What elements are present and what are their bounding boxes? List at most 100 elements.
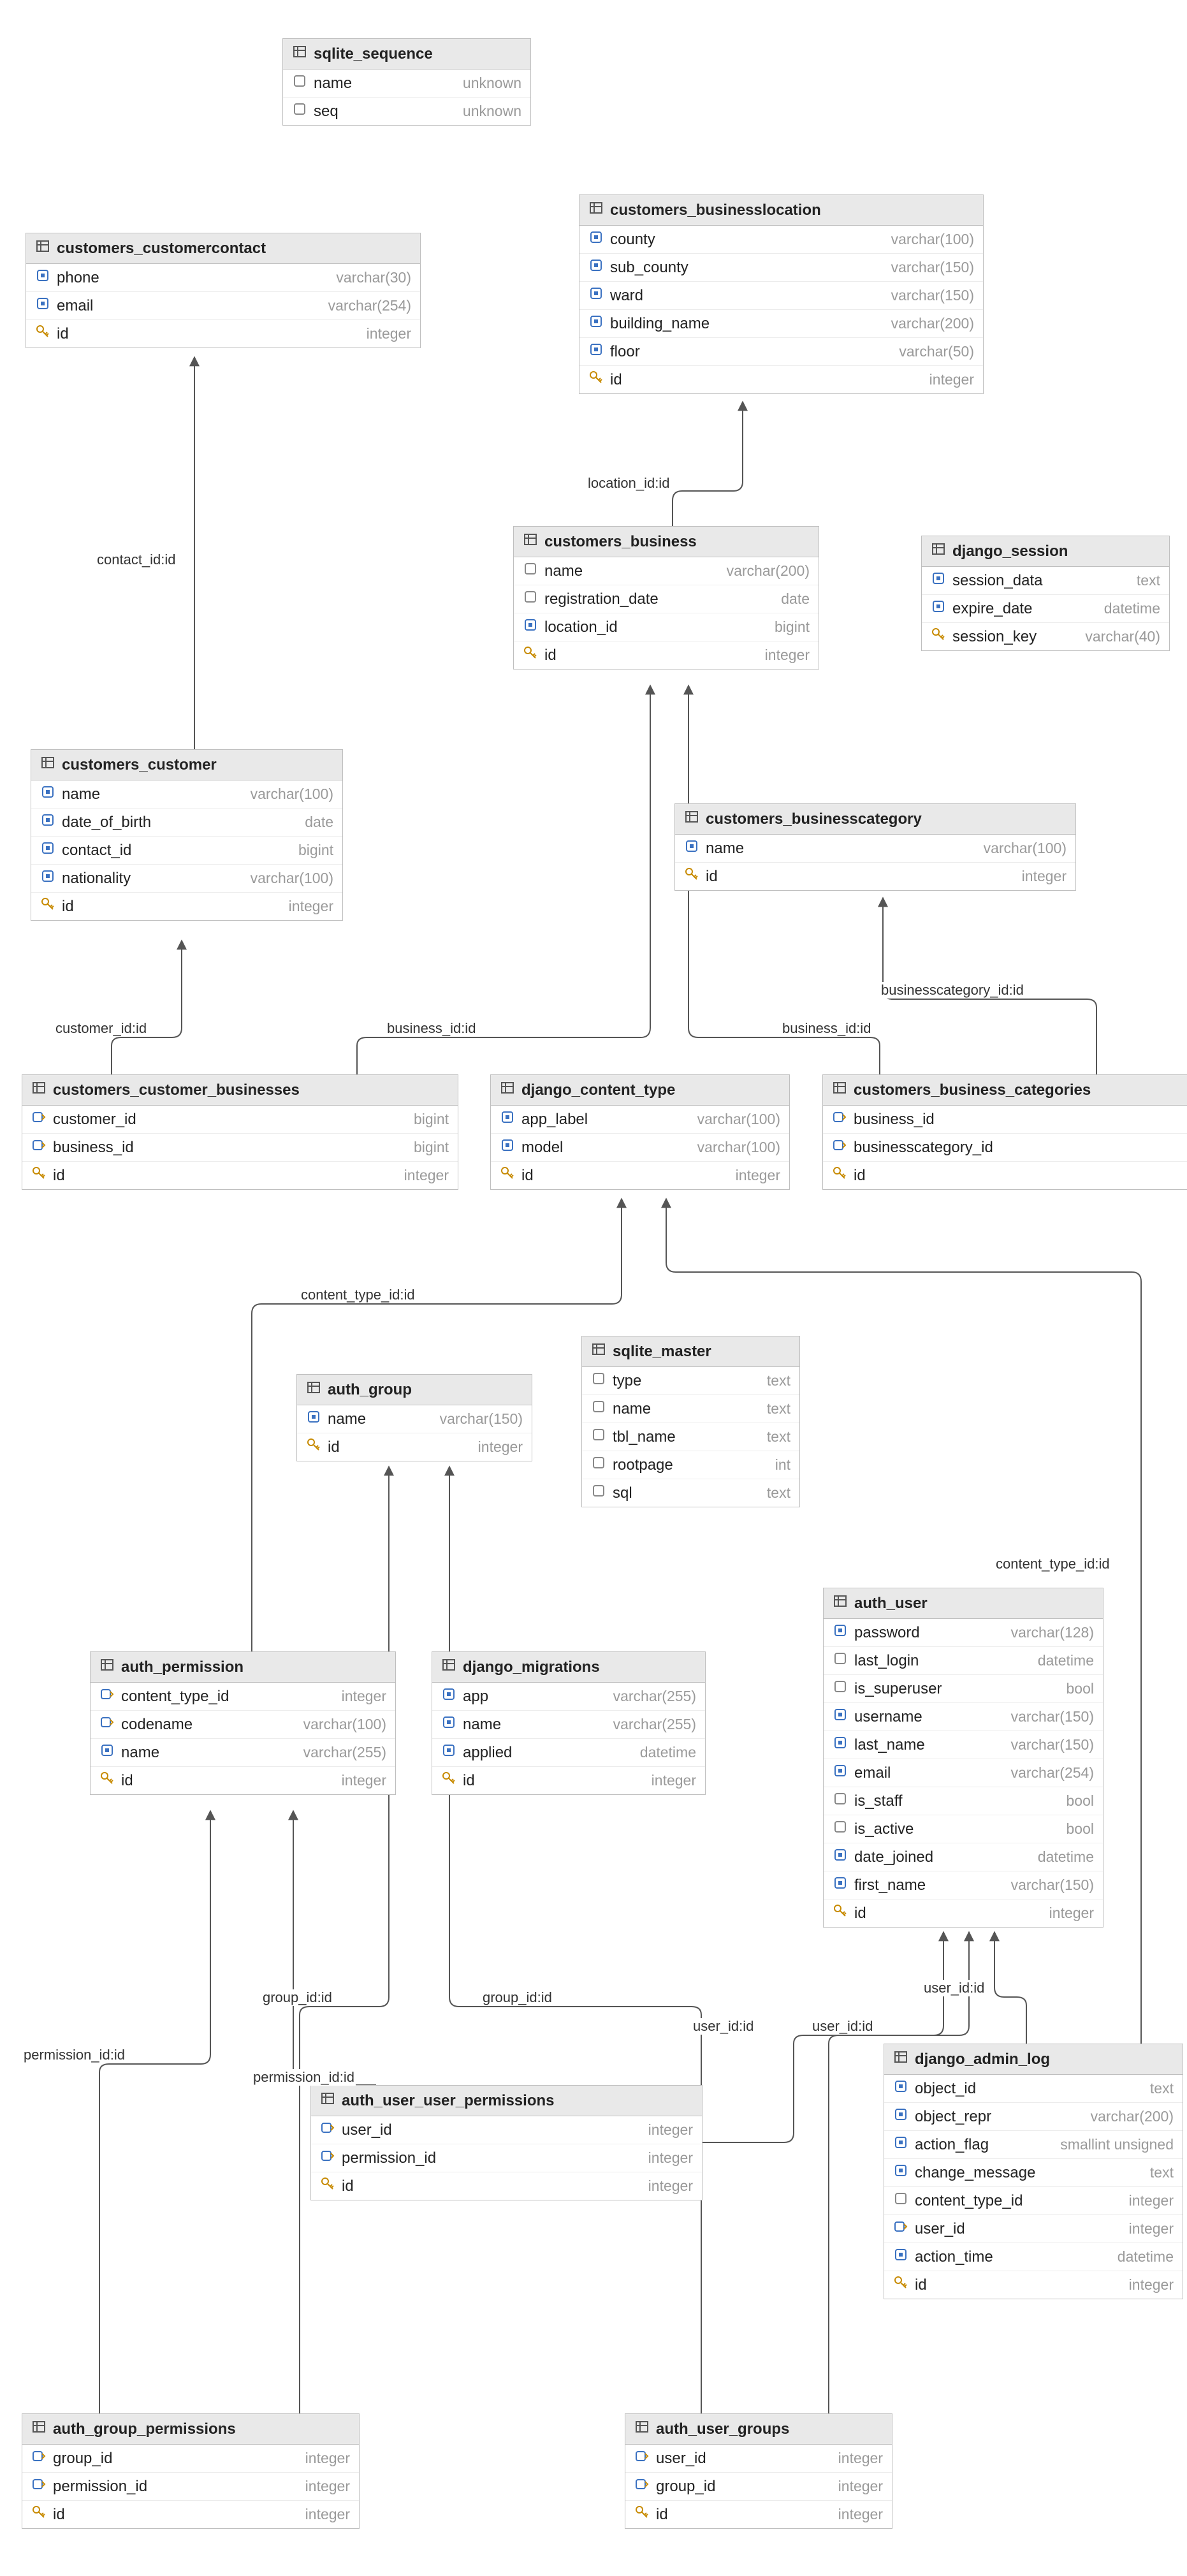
column-name[interactable]: nameunknown <box>283 70 530 98</box>
table-auth_user_groups[interactable]: auth_user_groupsuser_idintegergroup_idin… <box>625 2413 892 2529</box>
column-permission_id[interactable]: permission_idinteger <box>22 2473 359 2501</box>
table-header[interactable]: customers_business_categories <box>823 1075 1187 1106</box>
table-header[interactable]: auth_user_groups <box>625 2414 892 2445</box>
column-rootpage[interactable]: rootpageint <box>582 1451 799 1479</box>
column-group_id[interactable]: group_idinteger <box>22 2445 359 2473</box>
column-app_label[interactable]: app_labelvarchar(100) <box>491 1106 789 1134</box>
column-building_name[interactable]: building_namevarchar(200) <box>579 310 983 338</box>
column-object_repr[interactable]: object_reprvarchar(200) <box>884 2103 1183 2131</box>
table-header[interactable]: sqlite_sequence <box>283 39 530 70</box>
column-id[interactable]: idinteger <box>579 366 983 393</box>
table-customers_businesslocation[interactable]: customers_businesslocationcountyvarchar(… <box>579 194 984 394</box>
column-model[interactable]: modelvarchar(100) <box>491 1134 789 1162</box>
column-user_id[interactable]: user_idinteger <box>311 2116 702 2144</box>
table-auth_user[interactable]: auth_userpasswordvarchar(128)last_logind… <box>823 1588 1103 1928</box>
column-location_id[interactable]: location_idbigint <box>514 613 819 641</box>
column-id[interactable]: idinteger <box>432 1767 705 1794</box>
column-is_superuser[interactable]: is_superuserbool <box>824 1675 1103 1703</box>
column-action_time[interactable]: action_timedatetime <box>884 2243 1183 2271</box>
column-last_name[interactable]: last_namevarchar(150) <box>824 1731 1103 1759</box>
column-change_message[interactable]: change_messagetext <box>884 2159 1183 2187</box>
column-id[interactable]: idinteger <box>823 1162 1187 1189</box>
table-auth_user_user_permissions[interactable]: auth_user_user_permissionsuser_idinteger… <box>310 2085 703 2200</box>
column-session_data[interactable]: session_datatext <box>922 567 1169 595</box>
column-phone[interactable]: phonevarchar(30) <box>26 264 420 292</box>
table-header[interactable]: django_content_type <box>491 1075 789 1106</box>
table-customers_business[interactable]: customers_businessnamevarchar(200)regist… <box>513 526 819 670</box>
column-content_type_id[interactable]: content_type_idinteger <box>91 1683 395 1711</box>
column-app[interactable]: appvarchar(255) <box>432 1683 705 1711</box>
column-id[interactable]: idinteger <box>91 1767 395 1794</box>
column-id[interactable]: idinteger <box>22 2501 359 2528</box>
column-sql[interactable]: sqltext <box>582 1479 799 1507</box>
column-contact_id[interactable]: contact_idbigint <box>31 837 342 865</box>
table-sqlite_master[interactable]: sqlite_mastertypetextnametexttbl_nametex… <box>581 1336 800 1507</box>
table-header[interactable]: django_migrations <box>432 1652 705 1683</box>
column-id[interactable]: idinteger <box>26 320 420 348</box>
table-header[interactable]: django_session <box>922 536 1169 567</box>
table-customers_business_categories[interactable]: customers_business_categoriesbusiness_id… <box>822 1074 1187 1190</box>
column-date_of_birth[interactable]: date_of_birthdate <box>31 809 342 837</box>
column-id[interactable]: idinteger <box>31 893 342 920</box>
column-nationality[interactable]: nationalityvarchar(100) <box>31 865 342 893</box>
column-id[interactable]: idinteger <box>675 863 1075 890</box>
table-customers_businesscategory[interactable]: customers_businesscategorynamevarchar(10… <box>674 803 1076 891</box>
column-id[interactable]: idinteger <box>514 641 819 669</box>
column-id[interactable]: idinteger <box>311 2172 702 2200</box>
table-header[interactable]: auth_permission <box>91 1652 395 1683</box>
column-is_staff[interactable]: is_staffbool <box>824 1787 1103 1815</box>
column-content_type_id[interactable]: content_type_idinteger <box>884 2187 1183 2215</box>
table-header[interactable]: customers_businesscategory <box>675 804 1075 835</box>
table-header[interactable]: customers_customer <box>31 750 342 780</box>
column-password[interactable]: passwordvarchar(128) <box>824 1619 1103 1647</box>
table-header[interactable]: auth_user_user_permissions <box>311 2086 702 2116</box>
column-username[interactable]: usernamevarchar(150) <box>824 1703 1103 1731</box>
table-customers_customer_businesses[interactable]: customers_customer_businessescustomer_id… <box>22 1074 458 1190</box>
column-seq[interactable]: sequnknown <box>283 98 530 125</box>
column-sub_county[interactable]: sub_countyvarchar(150) <box>579 254 983 282</box>
column-action_flag[interactable]: action_flagsmallint unsigned <box>884 2131 1183 2159</box>
table-header[interactable]: auth_user <box>824 1588 1103 1619</box>
table-header[interactable]: django_admin_log <box>884 2044 1183 2075</box>
table-auth_group[interactable]: auth_groupnamevarchar(150)idinteger <box>296 1374 532 1461</box>
column-id[interactable]: idinteger <box>625 2501 892 2528</box>
column-type[interactable]: typetext <box>582 1367 799 1395</box>
column-ward[interactable]: wardvarchar(150) <box>579 282 983 310</box>
column-codename[interactable]: codenamevarchar(100) <box>91 1711 395 1739</box>
column-tbl_name[interactable]: tbl_nametext <box>582 1423 799 1451</box>
column-business_id[interactable]: business_idbigint <box>22 1134 458 1162</box>
column-date_joined[interactable]: date_joineddatetime <box>824 1843 1103 1871</box>
column-expire_date[interactable]: expire_datedatetime <box>922 595 1169 623</box>
column-name[interactable]: namevarchar(200) <box>514 557 819 585</box>
table-customers_customer[interactable]: customers_customernamevarchar(100)date_o… <box>31 749 343 921</box>
column-id[interactable]: idinteger <box>491 1162 789 1189</box>
column-floor[interactable]: floorvarchar(50) <box>579 338 983 366</box>
column-applied[interactable]: applieddatetime <box>432 1739 705 1767</box>
table-django_session[interactable]: django_sessionsession_datatextexpire_dat… <box>921 536 1170 651</box>
column-session_key[interactable]: session_keyvarchar(40) <box>922 623 1169 650</box>
column-name[interactable]: nametext <box>582 1395 799 1423</box>
table-customers_customercontact[interactable]: customers_customercontactphonevarchar(30… <box>25 233 421 348</box>
table-header[interactable]: customers_customercontact <box>26 233 420 264</box>
column-is_active[interactable]: is_activebool <box>824 1815 1103 1843</box>
table-header[interactable]: sqlite_master <box>582 1336 799 1367</box>
column-id[interactable]: idinteger <box>884 2271 1183 2299</box>
column-name[interactable]: namevarchar(150) <box>297 1405 532 1433</box>
column-user_id[interactable]: user_idinteger <box>625 2445 892 2473</box>
column-id[interactable]: idinteger <box>297 1433 532 1461</box>
column-email[interactable]: emailvarchar(254) <box>824 1759 1103 1787</box>
table-django_admin_log[interactable]: django_admin_logobject_idtextobject_repr… <box>884 2044 1183 2299</box>
table-header[interactable]: customers_businesslocation <box>579 195 983 226</box>
table-sqlite_sequence[interactable]: sqlite_sequencenameunknownsequnknown <box>282 38 531 126</box>
table-header[interactable]: auth_group_permissions <box>22 2414 359 2445</box>
column-first_name[interactable]: first_namevarchar(150) <box>824 1871 1103 1899</box>
column-name[interactable]: namevarchar(255) <box>432 1711 705 1739</box>
column-id[interactable]: idinteger <box>824 1899 1103 1927</box>
table-header[interactable]: auth_group <box>297 1375 532 1405</box>
table-django_content_type[interactable]: django_content_typeapp_labelvarchar(100)… <box>490 1074 790 1190</box>
column-business_id[interactable]: business_idbigint <box>823 1106 1187 1134</box>
column-county[interactable]: countyvarchar(100) <box>579 226 983 254</box>
table-django_migrations[interactable]: django_migrationsappvarchar(255)namevarc… <box>432 1651 706 1795</box>
table-header[interactable]: customers_customer_businesses <box>22 1075 458 1106</box>
column-user_id[interactable]: user_idinteger <box>884 2215 1183 2243</box>
